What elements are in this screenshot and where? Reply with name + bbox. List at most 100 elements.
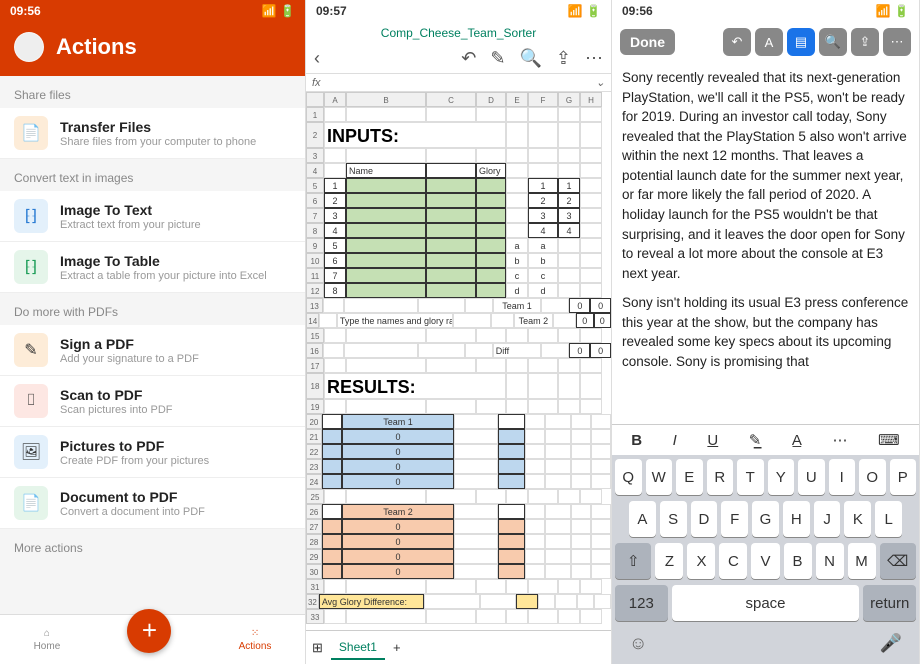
item-pictures-pdf[interactable]: 🖼 Pictures to PDFCreate PDF from your pi… (0, 427, 305, 478)
item-sign-pdf[interactable]: ✎ Sign a PDFAdd your signature to a PDF (0, 325, 305, 376)
key-x[interactable]: X (687, 543, 715, 579)
done-button[interactable]: Done (620, 29, 675, 55)
more-icon[interactable]: ⋯ (883, 28, 911, 56)
spreadsheet[interactable]: ABCDEFGH12INPUTS:34NameGlory511162227333… (306, 92, 611, 630)
key-g[interactable]: G (752, 501, 779, 537)
toolbar: Done ↶ A ▤ 🔍 ⇪ ⋯ (612, 22, 919, 62)
fab-add[interactable]: + (127, 609, 171, 653)
section-more: More actions (0, 529, 305, 561)
file-icon: 📄 (14, 116, 48, 150)
italic-button[interactable]: I (673, 432, 677, 449)
tab-sheet1[interactable]: Sheet1 (331, 636, 385, 660)
key-w[interactable]: W (646, 459, 673, 495)
layout-icon[interactable]: ▤ (787, 28, 815, 56)
key-f[interactable]: F (721, 501, 748, 537)
sign-icon: ✎ (14, 333, 48, 367)
key-q[interactable]: Q (615, 459, 642, 495)
document-title[interactable]: Comp_Cheese_Team_Sorter (306, 22, 611, 44)
key-h[interactable]: H (783, 501, 810, 537)
key-123[interactable]: 123 (615, 585, 668, 621)
plus-icon: + (142, 615, 157, 646)
nav-actions[interactable]: ⁙Actions (239, 628, 272, 652)
format-bar: B I U ✎̲ A̲ ⋯ ⌨ (612, 424, 919, 455)
key-backspace[interactable]: ⌫ (880, 543, 916, 579)
section-share: Share files (0, 76, 305, 108)
avatar[interactable] (14, 32, 44, 62)
key-m[interactable]: M (848, 543, 876, 579)
key-t[interactable]: T (737, 459, 764, 495)
formula-bar[interactable]: fx⌄ (306, 73, 611, 92)
section-pdf: Do more with PDFs (0, 293, 305, 325)
key-o[interactable]: O (859, 459, 886, 495)
formula-input[interactable] (327, 77, 590, 89)
style-icon[interactable]: A (755, 28, 783, 56)
paragraph: Sony recently revealed that its next-gen… (622, 68, 909, 283)
toolbar: ‹ ↶ ✎ 🔍 ⇪ ⋯ (306, 44, 611, 73)
undo-icon[interactable]: ↶ (461, 48, 476, 69)
keyboard: QWERTYUIOP ASDFGHJKL ⇧ZXCVBNM⌫ 123 space… (612, 455, 919, 664)
item-document-pdf[interactable]: 📄 Document to PDFConvert a document into… (0, 478, 305, 529)
font-color-icon[interactable]: A̲ (792, 432, 802, 449)
ocr-icon: ⁅⁆ (14, 199, 48, 233)
grid-icon: ⁙ (251, 628, 259, 639)
key-i[interactable]: I (829, 459, 856, 495)
key-p[interactable]: P (890, 459, 917, 495)
key-e[interactable]: E (676, 459, 703, 495)
share-icon[interactable]: ⇪ (556, 48, 571, 69)
home-icon: ⌂ (44, 628, 50, 639)
highlight-icon[interactable]: ✎̲ (749, 431, 762, 449)
table-ocr-icon: ⁅⁆ (14, 250, 48, 284)
key-z[interactable]: Z (655, 543, 683, 579)
key-c[interactable]: C (719, 543, 747, 579)
status-bar: 09:56📶 🔋 (612, 0, 919, 22)
status-bar: 09:57📶 🔋 (306, 0, 611, 22)
pictures-icon: 🖼 (14, 435, 48, 469)
document-body[interactable]: Sony recently revealed that its next-gen… (612, 62, 919, 424)
nav-home[interactable]: ⌂Home (34, 628, 61, 652)
more-icon[interactable]: ⋯ (585, 48, 603, 69)
emoji-icon[interactable]: ☺ (629, 633, 647, 654)
document-icon: 📄 (14, 486, 48, 520)
share-icon[interactable]: ⇪ (851, 28, 879, 56)
bold-button[interactable]: B (631, 432, 642, 449)
key-j[interactable]: J (814, 501, 841, 537)
key-v[interactable]: V (751, 543, 779, 579)
chevron-down-icon[interactable]: ⌄ (596, 76, 605, 89)
key-shift[interactable]: ⇧ (615, 543, 651, 579)
key-d[interactable]: D (691, 501, 718, 537)
sheets-icon[interactable]: ⊞ (312, 640, 323, 656)
scan-icon: ⌷ (14, 384, 48, 418)
back-icon[interactable]: ‹ (314, 48, 320, 69)
key-space[interactable]: space (672, 585, 860, 621)
search-icon[interactable]: 🔍 (819, 28, 847, 56)
key-b[interactable]: B (784, 543, 812, 579)
keyboard-icon[interactable]: ⌨ (878, 431, 900, 449)
sheet-tabs: ⊞ Sheet1 + (306, 630, 611, 664)
item-image-to-table[interactable]: ⁅⁆ Image To TableExtract a table from yo… (0, 242, 305, 293)
bottom-nav: ⌂Home + ⁙Actions (0, 614, 305, 664)
key-r[interactable]: R (707, 459, 734, 495)
paragraph: Sony isn't holding its usual E3 press co… (622, 293, 909, 371)
key-y[interactable]: Y (768, 459, 795, 495)
key-n[interactable]: N (816, 543, 844, 579)
search-icon[interactable]: 🔍 (519, 48, 541, 69)
section-convert: Convert text in images (0, 159, 305, 191)
page-title: Actions (56, 34, 137, 60)
undo-icon[interactable]: ↶ (723, 28, 751, 56)
item-transfer-files[interactable]: 📄 Transfer FilesShare files from your co… (0, 108, 305, 159)
item-image-to-text[interactable]: ⁅⁆ Image To TextExtract text from your p… (0, 191, 305, 242)
mic-icon[interactable]: 🎤 (880, 633, 902, 654)
key-a[interactable]: A (629, 501, 656, 537)
key-k[interactable]: K (844, 501, 871, 537)
draw-icon[interactable]: ✎ (490, 48, 505, 69)
key-l[interactable]: L (875, 501, 902, 537)
status-bar: 09:56📶 🔋 (0, 0, 305, 22)
underline-button[interactable]: U (707, 432, 718, 449)
item-scan-pdf[interactable]: ⌷ Scan to PDFScan pictures into PDF (0, 376, 305, 427)
header: Actions (0, 22, 305, 76)
key-return[interactable]: return (863, 585, 916, 621)
add-sheet-icon[interactable]: + (393, 640, 401, 655)
key-s[interactable]: S (660, 501, 687, 537)
more-format-icon[interactable]: ⋯ (832, 431, 847, 449)
key-u[interactable]: U (798, 459, 825, 495)
